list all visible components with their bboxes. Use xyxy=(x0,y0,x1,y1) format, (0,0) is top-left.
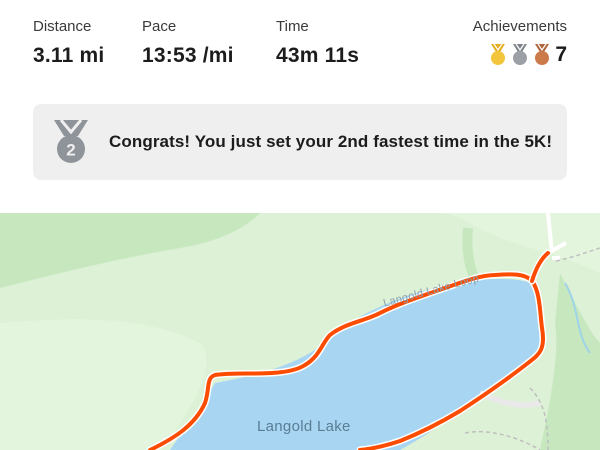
map-canvas[interactable] xyxy=(0,213,600,450)
achievements-count: 7 xyxy=(555,43,567,66)
achievements-label: Achievements xyxy=(472,18,567,35)
lake-label: Langold Lake xyxy=(257,418,351,435)
silver-medal-icon: 2 xyxy=(54,119,88,163)
time-label: Time xyxy=(276,18,309,35)
route-map[interactable]: Langold Lake Loop Langold Lake xyxy=(0,213,600,450)
time-value: 43m 11s xyxy=(276,44,360,67)
banner-medal-number: 2 xyxy=(66,141,75,160)
bronze-medal-icon xyxy=(535,43,550,65)
distance-stat: Distance 3.11 mi xyxy=(33,18,104,68)
distance-value: 3.11 mi xyxy=(33,44,105,67)
distance-label: Distance xyxy=(33,18,92,35)
gold-medal-icon xyxy=(491,43,506,65)
activity-stats: Distance 3.11 mi Pace 13:53 /mi Time 43m… xyxy=(0,0,600,80)
achievement-medals[interactable]: 7 xyxy=(473,42,567,68)
pace-stat: Pace 13:53 /mi xyxy=(142,18,234,68)
pace-label: Pace xyxy=(142,18,177,35)
achievement-message: Congrats! You just set your 2nd fastest … xyxy=(109,132,553,151)
time-stat: Time 43m 11s xyxy=(276,18,359,68)
achievement-banner[interactable]: 2 Congrats! You just set your 2nd fastes… xyxy=(33,104,567,180)
silver-medal-icon xyxy=(513,43,528,65)
pace-value: 13:53 /mi xyxy=(142,44,234,67)
achievements-stat[interactable]: Achievements 7 xyxy=(473,18,567,68)
